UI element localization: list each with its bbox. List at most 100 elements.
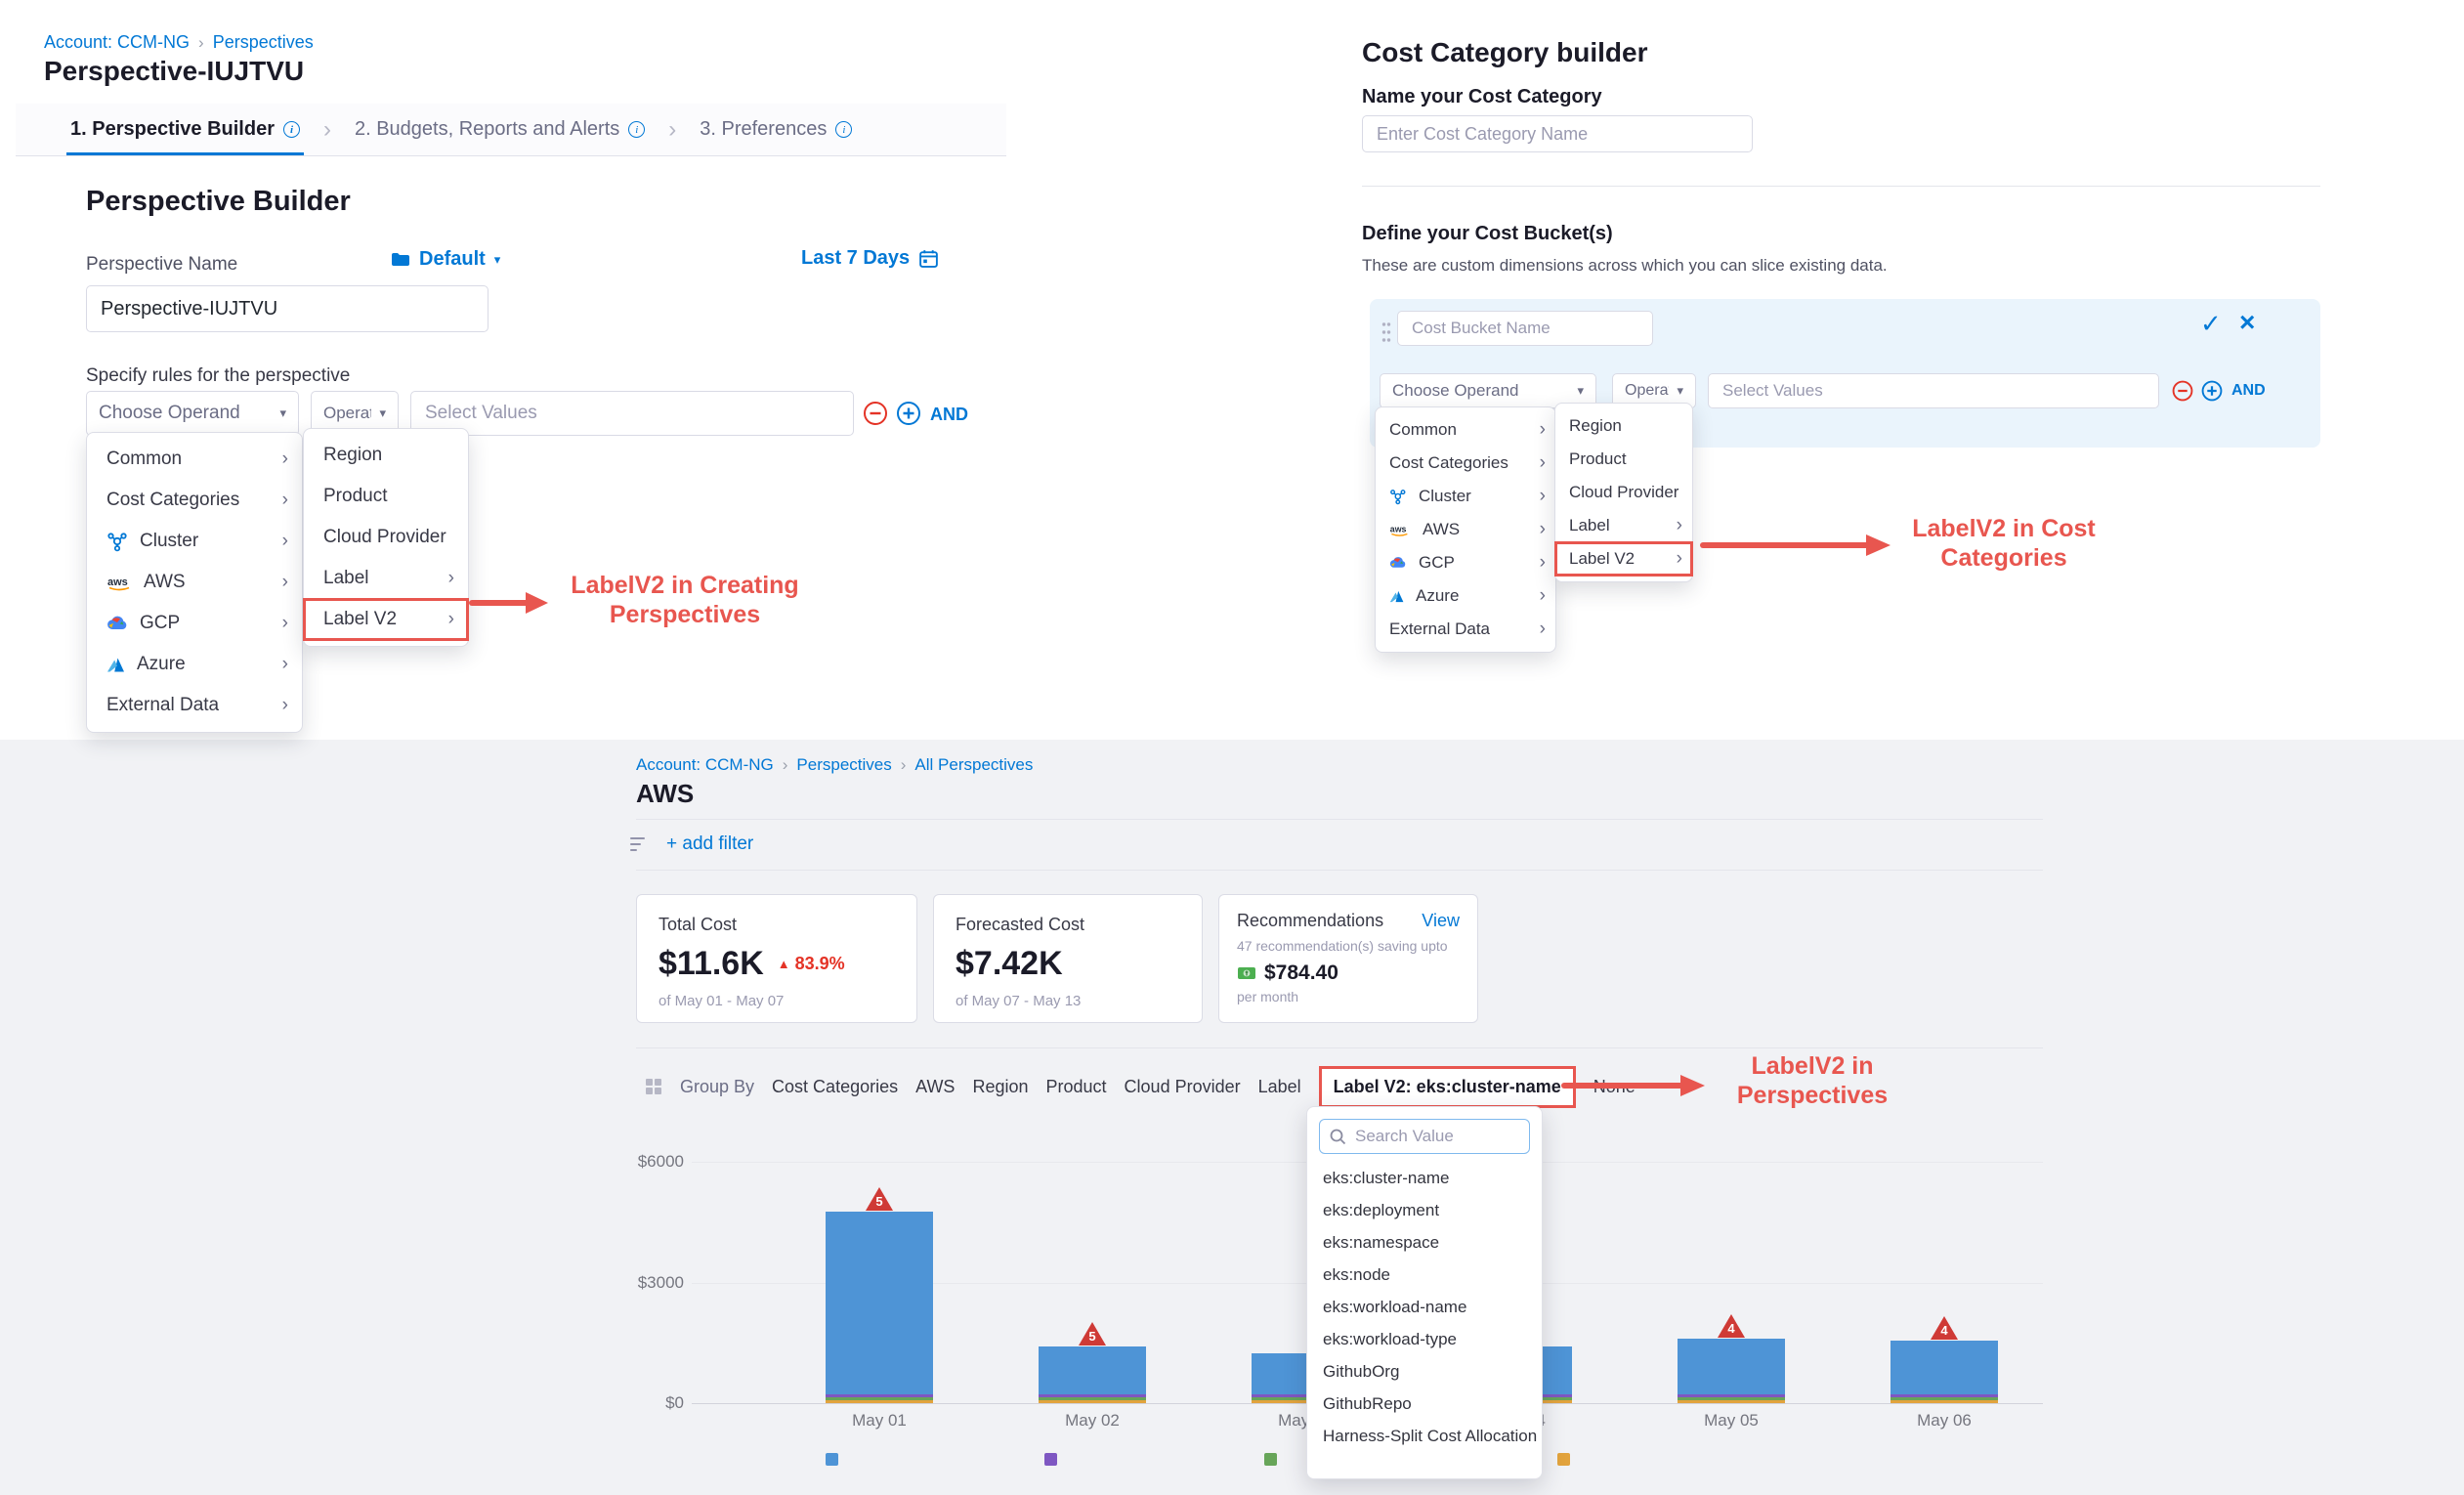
submenu-item-label[interactable]: Label›	[1555, 509, 1692, 542]
chevron-right-icon: ›	[263, 448, 288, 470]
bar-may-01[interactable]	[826, 1212, 933, 1403]
operand-menu-item-cost-categories[interactable]: Cost Categories›	[1376, 447, 1555, 480]
folder-selector[interactable]: Default ▾	[391, 248, 500, 271]
tab-label: 1. Perspective Builder	[70, 118, 275, 141]
operand-menu-item-cluster[interactable]: Cluster›	[87, 521, 302, 562]
group-by-option-cost-categories[interactable]: Cost Categories	[772, 1077, 898, 1097]
and-button[interactable]: AND	[2231, 382, 2266, 400]
search-value-input[interactable]	[1319, 1119, 1530, 1154]
dropdown-option-eks-workload-name[interactable]: eks:workload-name	[1307, 1291, 1542, 1323]
operand-menu-item-common[interactable]: Common›	[87, 439, 302, 480]
cost-bucket-name-input[interactable]	[1397, 311, 1653, 346]
perspective-view-title: AWS	[636, 779, 694, 809]
minus-circle-icon[interactable]	[2171, 379, 2194, 403]
select-values-input[interactable]	[410, 391, 854, 436]
breadcrumb-perspectives-link[interactable]: Perspectives	[796, 755, 891, 775]
submenu-item-cloud-provider[interactable]: Cloud Provider	[1555, 476, 1692, 509]
card-title: Total Cost	[658, 915, 895, 935]
operand-menu-item-azure[interactable]: Azure›	[87, 644, 302, 685]
x-axis-tick: May 05	[1682, 1411, 1780, 1431]
dropdown-option-githubrepo[interactable]: GithubRepo	[1307, 1388, 1542, 1420]
bar-segment	[1678, 1400, 1785, 1403]
operand-menu-item-azure[interactable]: Azure›	[1376, 579, 1555, 613]
dropdown-search	[1319, 1119, 1530, 1154]
group-by-option-region[interactable]: Region	[972, 1077, 1028, 1097]
tab-label: 2. Budgets, Reports and Alerts	[355, 118, 619, 141]
group-by-option-product[interactable]: Product	[1046, 1077, 1107, 1097]
dropdown-option-eks-workload-type[interactable]: eks:workload-type	[1307, 1323, 1542, 1355]
submenu-item-region[interactable]: Region	[1555, 409, 1692, 443]
operand-menu-item-aws[interactable]: awsAWS›	[1376, 513, 1555, 546]
submenu-item-label[interactable]: Label›	[304, 558, 468, 599]
drag-handle-icon[interactable]	[1381, 320, 1391, 344]
select-values-input[interactable]	[1708, 373, 2159, 408]
bar-segment	[1678, 1394, 1785, 1397]
submenu-item-label-v2[interactable]: Label V2›	[304, 599, 468, 640]
choose-operand-select[interactable]: Choose Operand ▾	[86, 391, 299, 436]
recommendations-card: Recommendations View 47 recommendation(s…	[1218, 894, 1478, 1023]
dropdown-option-eks-node[interactable]: eks:node	[1307, 1259, 1542, 1291]
divider	[636, 1047, 2043, 1048]
plus-circle-icon[interactable]	[895, 400, 922, 427]
view-recommendations-link[interactable]: View	[1422, 911, 1460, 931]
operand-menu-item-cluster[interactable]: Cluster›	[1376, 480, 1555, 513]
anomaly-marker-icon[interactable]: 5	[1078, 1321, 1107, 1346]
minus-circle-icon[interactable]	[862, 400, 889, 427]
submenu-item-product[interactable]: Product	[304, 476, 468, 517]
dropdown-option-eks-namespace[interactable]: eks:namespace	[1307, 1226, 1542, 1259]
menu-item-label: Region	[1569, 416, 1622, 436]
dropdown-option-list: eks:cluster-nameeks:deploymenteks:namesp…	[1307, 1162, 1542, 1452]
chevron-right-icon: ›	[1657, 515, 1682, 536]
tab-budgets-reports-alerts[interactable]: 2. Budgets, Reports and Alerts i	[355, 104, 645, 155]
operand-menu-item-external-data[interactable]: External Data›	[87, 685, 302, 726]
svg-text:aws: aws	[107, 577, 128, 588]
dropdown-option-harness-split-cost-allocation[interactable]: Harness-Split Cost Allocation	[1307, 1420, 1542, 1452]
trend-badge: ▲83.9%	[778, 954, 845, 974]
check-icon[interactable]: ✓	[2200, 309, 2222, 339]
cost-category-name-input[interactable]	[1362, 115, 1753, 152]
breadcrumb-account-link[interactable]: Account: CCM-NG	[636, 755, 774, 775]
group-by-option-aws[interactable]: AWS	[915, 1077, 955, 1097]
forecasted-cost-value: $7.42K	[956, 945, 1063, 983]
anomaly-marker-icon[interactable]: 4	[1717, 1313, 1746, 1339]
and-button[interactable]: AND	[930, 405, 968, 425]
total-cost-value: $11.6K	[658, 945, 764, 983]
bar-may-02[interactable]	[1039, 1346, 1146, 1403]
breadcrumb-all-perspectives-link[interactable]: All Perspectives	[914, 755, 1033, 775]
breadcrumb-perspectives-link[interactable]: Perspectives	[213, 32, 314, 53]
operand-menu-item-aws[interactable]: awsAWS›	[87, 562, 302, 603]
operand-menu-item-common[interactable]: Common›	[1376, 413, 1555, 447]
submenu-item-region[interactable]: Region	[304, 435, 468, 476]
info-icon: i	[835, 121, 852, 138]
dropdown-option-eks-cluster-name[interactable]: eks:cluster-name	[1307, 1162, 1542, 1194]
anomaly-marker-icon[interactable]: 5	[865, 1186, 894, 1212]
bar-segment	[1890, 1397, 1998, 1400]
dropdown-option-githuborg[interactable]: GithubOrg	[1307, 1355, 1542, 1388]
bar-may-05[interactable]	[1678, 1339, 1785, 1403]
group-by-option-label[interactable]: Label	[1258, 1077, 1301, 1097]
add-filter-button[interactable]: + add filter	[666, 833, 753, 855]
operand-menu-item-cost-categories[interactable]: Cost Categories›	[87, 480, 302, 521]
close-icon[interactable]: ×	[2239, 307, 2255, 338]
operand-menu-item-gcp[interactable]: GCP›	[87, 603, 302, 644]
submenu-item-label-v2[interactable]: Label V2›	[1555, 542, 1692, 576]
operand-menu-item-gcp[interactable]: GCP›	[1376, 546, 1555, 579]
caret-down-icon: ▾	[371, 406, 386, 421]
time-range-selector[interactable]: Last 7 Days	[801, 247, 939, 270]
bar-may-06[interactable]	[1890, 1341, 1998, 1403]
breadcrumb-account-link[interactable]: Account: CCM-NG	[44, 32, 190, 53]
filter-icon[interactable]	[629, 835, 651, 853]
group-by-selected-label-v2[interactable]: Label V2: eks:cluster-name	[1319, 1066, 1576, 1108]
plus-circle-icon[interactable]	[2200, 379, 2224, 403]
triangle-up-icon: ▲	[778, 957, 790, 971]
anomaly-marker-icon[interactable]: 4	[1930, 1315, 1959, 1341]
perspective-name-input[interactable]	[86, 285, 489, 332]
operand-menu-item-external-data[interactable]: External Data›	[1376, 613, 1555, 646]
chevron-right-icon: ›	[668, 116, 676, 144]
group-by-option-cloud-provider[interactable]: Cloud Provider	[1125, 1077, 1241, 1097]
submenu-item-cloud-provider[interactable]: Cloud Provider	[304, 517, 468, 558]
dropdown-option-eks-deployment[interactable]: eks:deployment	[1307, 1194, 1542, 1226]
tab-preferences[interactable]: 3. Preferences i	[700, 104, 852, 155]
submenu-item-product[interactable]: Product	[1555, 443, 1692, 476]
tab-perspective-builder[interactable]: 1. Perspective Builder i	[70, 104, 300, 155]
